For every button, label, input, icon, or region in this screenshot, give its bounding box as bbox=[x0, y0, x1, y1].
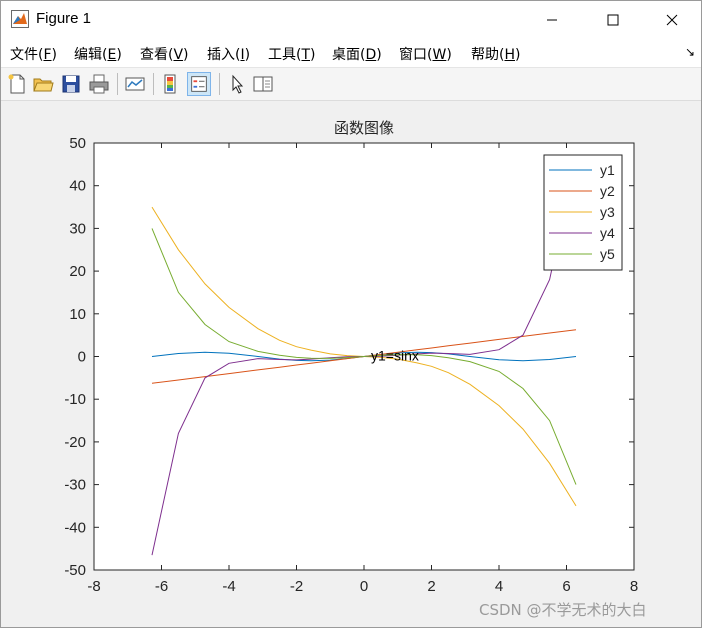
y-tick-label: 50 bbox=[69, 135, 86, 152]
print-icon[interactable] bbox=[87, 72, 111, 96]
y-tick-label: -20 bbox=[64, 434, 86, 451]
menu-insert[interactable]: 插入(I) bbox=[207, 44, 250, 64]
plot-area[interactable]: 函数图像 -8 -6 -4 -2 0 2 4 6 8-50-40-30-20-100102030… bbox=[1, 101, 701, 627]
title-bar[interactable]: Figure 1 bbox=[1, 1, 701, 39]
menu-window[interactable]: 窗口(W) bbox=[399, 44, 452, 64]
y-tick-label: -10 bbox=[64, 391, 86, 408]
matlab-icon bbox=[11, 10, 29, 28]
annotation-label: y1=sinx bbox=[371, 348, 419, 364]
y-tick-label: 30 bbox=[69, 220, 86, 237]
y-tick-label: -50 bbox=[64, 562, 86, 579]
x-tick-label: 6 bbox=[562, 578, 570, 595]
maximize-icon bbox=[607, 14, 619, 26]
x-tick-label: -2 bbox=[290, 578, 303, 595]
menu-desktop[interactable]: 桌面(D) bbox=[332, 44, 382, 64]
chart-title: 函数图像 bbox=[334, 119, 394, 137]
minimize-icon bbox=[547, 19, 557, 21]
x-tick-label: 4 bbox=[495, 578, 503, 595]
legend-label-y3: y3 bbox=[600, 204, 615, 220]
toolbar bbox=[1, 68, 701, 101]
x-tick-label: 8 bbox=[630, 578, 638, 595]
legend-label-y5: y5 bbox=[600, 246, 615, 262]
x-tick-label: 2 bbox=[427, 578, 435, 595]
close-button[interactable] bbox=[649, 1, 695, 39]
legend-label-y2: y2 bbox=[600, 183, 615, 199]
menu-help[interactable]: 帮助(H) bbox=[471, 44, 520, 64]
y-tick-label: -30 bbox=[64, 477, 86, 494]
menu-edit[interactable]: 编辑(E) bbox=[74, 44, 122, 64]
window-title: Figure 1 bbox=[36, 10, 92, 27]
colorbar-icon[interactable] bbox=[159, 72, 183, 96]
legend-label-y1: y1 bbox=[600, 162, 615, 178]
toolbar-separator bbox=[117, 73, 118, 95]
maximize-button[interactable] bbox=[590, 1, 636, 39]
save-icon[interactable] bbox=[59, 72, 83, 96]
open-file-icon[interactable] bbox=[31, 72, 55, 96]
legend-icon[interactable] bbox=[187, 72, 211, 96]
y-tick-label: 20 bbox=[69, 263, 86, 280]
figure-window: Figure 1 文件(F) 编辑(E) 查看(V) 插入(I) 工具(T) 桌… bbox=[0, 0, 702, 628]
menu-bar: 文件(F) 编辑(E) 查看(V) 插入(I) 工具(T) 桌面(D) 窗口(W… bbox=[1, 39, 701, 68]
link-plot-icon[interactable] bbox=[123, 72, 147, 96]
x-tick-label: -8 bbox=[87, 578, 100, 595]
toolbar-separator bbox=[153, 73, 154, 95]
menu-view[interactable]: 查看(V) bbox=[140, 44, 189, 64]
y-tick-label: 40 bbox=[69, 178, 86, 195]
legend[interactable]: y1 y2 y3 y4 y5 bbox=[543, 154, 623, 271]
toolbar-separator bbox=[219, 73, 220, 95]
menu-file[interactable]: 文件(F) bbox=[10, 44, 57, 64]
minimize-button[interactable] bbox=[529, 1, 575, 39]
y-tick-label: -40 bbox=[64, 519, 86, 536]
new-figure-icon[interactable] bbox=[5, 72, 29, 96]
y-tick-label: 10 bbox=[69, 306, 86, 323]
property-editor-icon[interactable] bbox=[251, 72, 275, 96]
close-icon bbox=[666, 14, 678, 26]
watermark: CSDN @不学无术的大白 bbox=[479, 601, 647, 619]
y-tick-label: 0 bbox=[78, 349, 86, 366]
figure-canvas[interactable]: 函数图像 -8 -6 -4 -2 0 2 4 6 8 -50 -40 -30 -20 -10 0 10 20 30… bbox=[1, 101, 701, 627]
x-tick-label: 0 bbox=[360, 578, 368, 595]
dock-arrow-icon[interactable]: ↘ bbox=[685, 45, 695, 59]
x-tick-label: -6 bbox=[155, 578, 168, 595]
legend-label-y4: y4 bbox=[600, 225, 615, 241]
x-tick-label: -4 bbox=[222, 578, 235, 595]
menu-tools[interactable]: 工具(T) bbox=[268, 44, 316, 64]
pointer-icon[interactable] bbox=[225, 72, 249, 96]
